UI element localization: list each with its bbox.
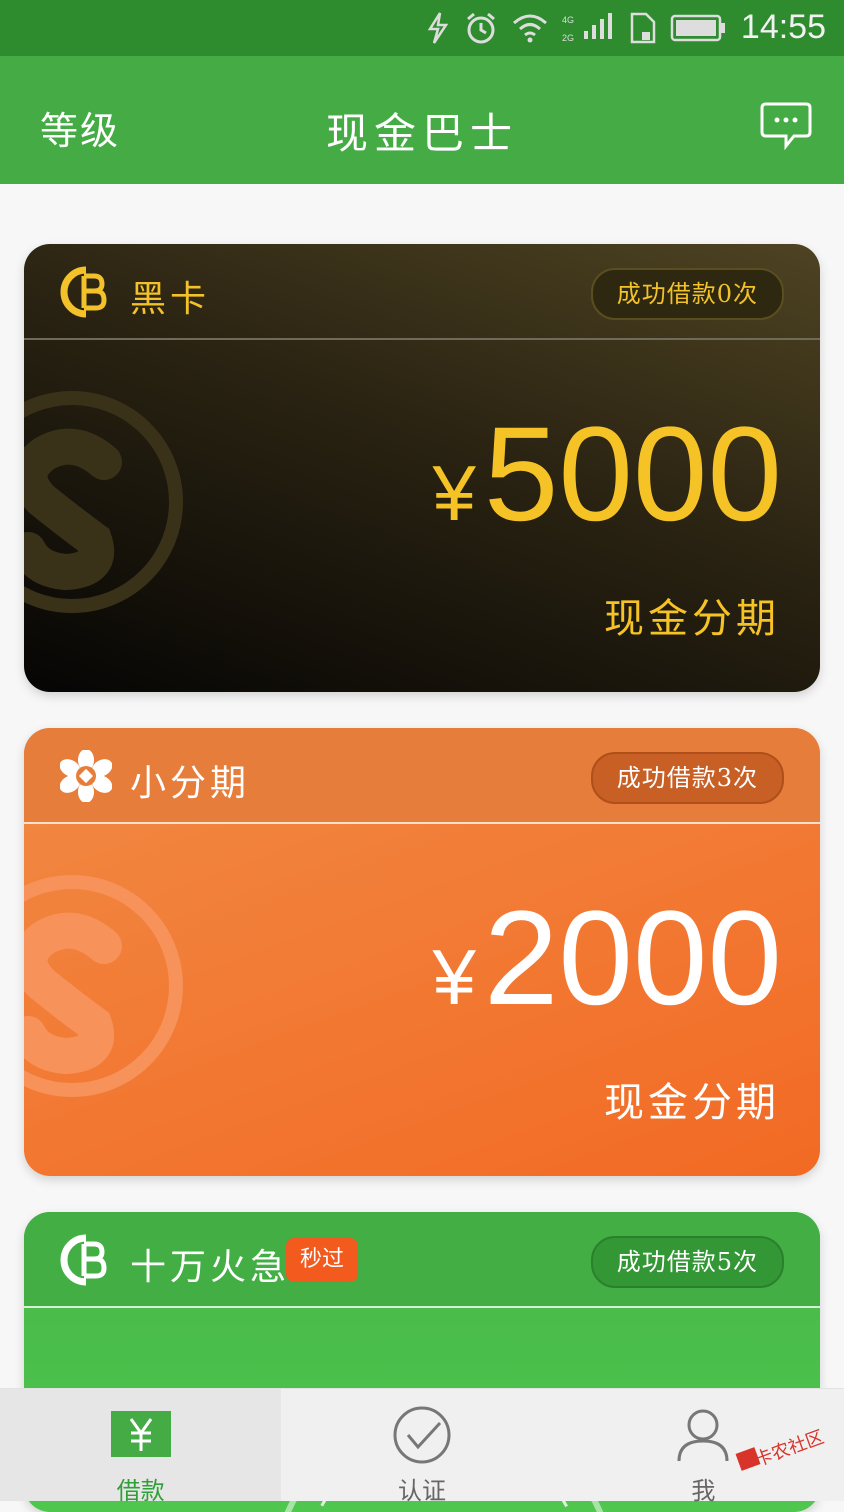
check-circle-icon <box>393 1406 451 1464</box>
tab-loan[interactable]: 借款 <box>0 1389 282 1505</box>
sim-icon <box>630 12 656 44</box>
loan-amount: ¥2000 <box>433 892 783 1026</box>
signal-icon: 4G 2G <box>562 13 612 43</box>
dollar-coin-icon <box>24 391 183 613</box>
currency-symbol: ¥ <box>432 449 476 537</box>
network-4g-label: 4G <box>562 15 574 25</box>
loan-amount: ¥5000 <box>433 408 783 542</box>
currency-symbol: ¥ <box>432 933 476 1021</box>
message-icon[interactable] <box>760 100 812 152</box>
card-divider <box>24 1306 820 1308</box>
status-time: 14:55 <box>740 8 826 46</box>
tab-verify[interactable]: 认证 <box>281 1389 562 1505</box>
loan-card-black[interactable]: 黑卡 成功借款0次 ¥5000 现金分期 <box>24 244 820 692</box>
card-name: 黑卡 <box>130 279 211 320</box>
network-2g-label: 2G <box>562 33 574 43</box>
fast-approval-tag: 秒过 <box>286 1238 359 1282</box>
status-bar: 4G 2G 14:55 <box>0 0 844 56</box>
watermark-logo: 卡农社区 <box>735 1427 827 1471</box>
card-subtitle: 现金分期 <box>604 596 780 642</box>
loan-count-badge: 成功借款0次 <box>590 268 784 320</box>
cb-logo-icon <box>60 1234 107 1286</box>
amount-value: 5000 <box>483 400 782 549</box>
tab-label: 借款 <box>116 1477 165 1505</box>
amount-value: 2000 <box>483 884 782 1033</box>
card-name: 十万火急 <box>130 1247 291 1288</box>
tab-label: 认证 <box>397 1477 446 1505</box>
card-name: 小分期 <box>130 763 251 804</box>
loan-count-badge: 成功借款3次 <box>590 752 784 804</box>
cb-logo-icon <box>60 266 107 318</box>
dollar-coin-icon <box>24 875 183 1097</box>
watermark-text: 卡农社区 <box>752 1427 827 1471</box>
yen-icon <box>110 1411 171 1457</box>
loan-card-orange[interactable]: 小分期 成功借款3次 ¥2000 现金分期 <box>24 728 820 1176</box>
tab-label: 我 <box>691 1477 716 1505</box>
loan-count-badge: 成功借款5次 <box>590 1236 784 1288</box>
wifi-icon <box>513 14 547 43</box>
user-icon <box>677 1409 729 1462</box>
charging-icon <box>427 12 449 44</box>
alarm-icon <box>467 12 495 44</box>
card-divider <box>24 338 820 340</box>
app-header: 等级 现金巴士 <box>0 56 844 184</box>
page-title: 现金巴士 <box>325 109 518 158</box>
battery-icon <box>670 14 725 42</box>
card-subtitle: 现金分期 <box>604 1080 780 1126</box>
card-divider <box>24 822 820 824</box>
bottom-tab-bar: 借款 认证 我 <box>0 1388 844 1505</box>
status-icons: 4G 2G <box>426 10 726 46</box>
flower-logo-icon <box>60 750 112 802</box>
